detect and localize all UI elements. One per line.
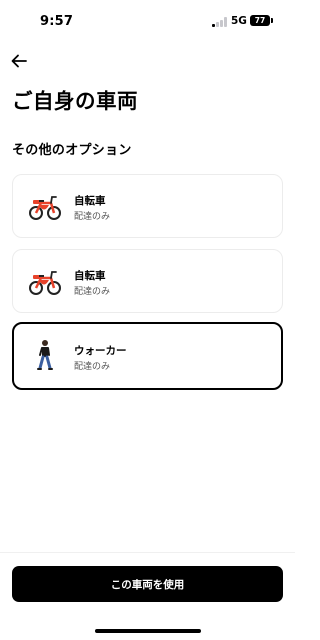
walker-icon: [37, 340, 53, 370]
section-title: その他のオプション: [12, 143, 132, 158]
vehicle-subtitle: 配達のみ: [74, 212, 111, 222]
battery-tip: [271, 18, 273, 23]
vehicle-option-bicycle-2[interactable]: 自転車 配達のみ: [12, 249, 283, 313]
footer-divider: [0, 552, 295, 553]
network-type: 5G: [231, 15, 247, 27]
status-bar: 9:57 5G 77: [0, 0, 295, 44]
vehicle-option-walker[interactable]: ウォーカー 配達のみ: [12, 322, 283, 390]
vehicle-subtitle: 配達のみ: [74, 362, 111, 372]
page-title: ご自身の車両: [12, 89, 138, 113]
vehicle-name: 自転車: [74, 270, 106, 282]
arrow-left-icon: [11, 54, 27, 67]
use-vehicle-button[interactable]: この車両を使用: [12, 566, 283, 602]
vehicle-subtitle: 配達のみ: [74, 287, 111, 297]
home-indicator: [95, 629, 201, 633]
battery-icon: 77: [250, 15, 270, 26]
vehicle-name: ウォーカー: [74, 345, 127, 357]
cellular-signal-icon: [212, 17, 228, 27]
vehicle-option-bicycle-1[interactable]: 自転車 配達のみ: [12, 174, 283, 238]
vehicle-name: 自転車: [74, 195, 106, 207]
back-button[interactable]: [9, 53, 29, 71]
status-time: 9:57: [40, 14, 74, 29]
battery-level: 77: [254, 16, 266, 25]
bicycle-icon: [29, 271, 61, 295]
bicycle-icon: [29, 196, 61, 220]
